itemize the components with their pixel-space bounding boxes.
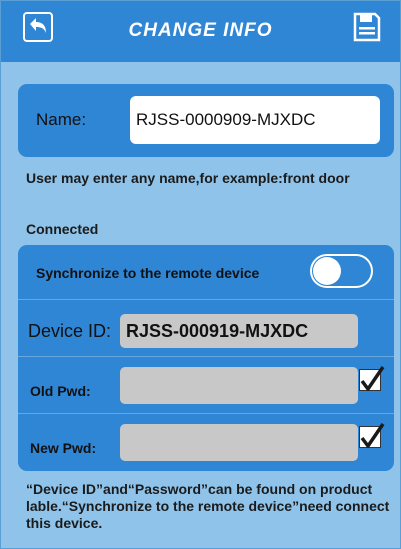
app-screen: CHANGE INFO Name: User may enter any nam… <box>0 0 401 549</box>
name-hint-text: User may enter any name,for example:fron… <box>26 170 350 186</box>
page-title: CHANGE INFO <box>128 20 273 41</box>
new-password-input[interactable] <box>120 424 358 461</box>
header-bar: CHANGE INFO <box>1 1 400 62</box>
floppy-disk-icon <box>353 12 381 47</box>
footer-note: “Device ID”and“Password”can be found on … <box>26 481 390 531</box>
sync-label: Synchronize to the remote device <box>36 265 260 281</box>
new-password-show-checkbox[interactable] <box>359 423 385 448</box>
old-password-row: Old Pwd: <box>18 357 394 414</box>
old-password-input[interactable] <box>120 367 358 404</box>
new-password-row: New Pwd: <box>18 414 394 470</box>
settings-card: Synchronize to the remote device Device … <box>18 245 394 471</box>
device-id-value: RJSS-000919-MJXDC <box>120 314 358 348</box>
name-card: Name: <box>18 84 394 157</box>
old-password-label: Old Pwd: <box>30 383 91 399</box>
device-id-label: Device ID: <box>28 321 112 341</box>
name-input[interactable] <box>130 96 380 144</box>
connection-status: Connected <box>26 221 99 237</box>
checkmark-icon <box>360 423 385 448</box>
sync-toggle[interactable] <box>310 254 373 288</box>
name-label: Name: <box>36 110 87 129</box>
new-password-label: New Pwd: <box>30 440 97 456</box>
sync-row: Synchronize to the remote device <box>18 245 394 300</box>
old-password-show-checkbox[interactable] <box>359 366 385 391</box>
device-id-row: Device ID: RJSS-000919-MJXDC <box>18 300 394 357</box>
checkmark-icon <box>360 366 385 391</box>
save-button[interactable] <box>352 12 382 47</box>
toggle-knob <box>313 257 341 285</box>
